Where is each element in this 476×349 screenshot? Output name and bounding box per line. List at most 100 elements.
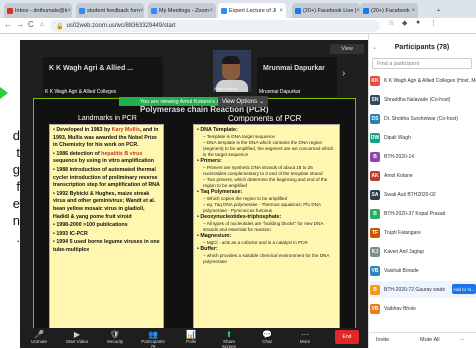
participant-row[interactable]: B BTH-2020-14 [370, 148, 476, 165]
search-placeholder: Find a participant [377, 60, 420, 67]
close-icon[interactable]: × [140, 8, 144, 14]
toolbar-label: Unmute [31, 339, 47, 344]
more-button[interactable]: ⋯ More [292, 330, 318, 344]
component-title: Buffer: [200, 246, 218, 252]
invite-button[interactable]: Invite [376, 337, 389, 343]
close-icon[interactable]: × [209, 8, 213, 14]
participant-row[interactable]: SA Swati Auti BTH2020-02 [370, 186, 476, 203]
component-detail-text: which provides a suitable chemical envir… [203, 253, 330, 264]
participant-row[interactable]: DS Dr. Shobha Surshetwar (Co-host) [370, 110, 476, 127]
more-button[interactable]: ... [460, 336, 465, 342]
url-field[interactable]: 🔒 us02web.zoom.us/wc/88363329449/start [50, 20, 380, 32]
participant-name: Vaishali Borade [384, 267, 419, 274]
participant-name: Trupti Fatangare [384, 229, 421, 236]
component-heading: • Magnesium: [197, 233, 336, 240]
browser-tab[interactable]: Expert Lecture of Ji × [218, 3, 286, 18]
tab-favicon-icon [363, 7, 369, 14]
speaker-video[interactable]: Amol Kotane [213, 50, 251, 92]
participant-row[interactable]: KK K K Wagh Agri & Allied Colleges (Host,… [370, 72, 476, 89]
browser-tab[interactable]: My Meetings - Zoom × [148, 3, 216, 18]
security-button[interactable]: 🛡 Security [102, 330, 128, 344]
forward-icon[interactable]: → [16, 20, 24, 29]
participant-name: BTH-2020-72 Gaurav wade [384, 286, 446, 293]
menu-icon[interactable]: ⋮ [430, 19, 437, 27]
landmark-item: • 1988 introduction of automated thermal… [53, 167, 160, 190]
participant-name: Dr. Shobha Surshetwar (Co-host) [384, 115, 458, 122]
chevron-down-icon: ⌄ [259, 99, 265, 105]
participant-row[interactable]: B BTH-2020-37 Kopal Prasad [370, 205, 476, 222]
view-options-label: View Options [221, 98, 258, 105]
url-text: us02web.zoom.us/wc/88363329449/start [66, 23, 176, 29]
component-detail: – eg. Taq DNA polymerase - Thermus aquat… [197, 202, 336, 214]
participant-name: K K Wagh Agri & Allied Colleges (Host, M… [384, 77, 476, 84]
participant-name: Kaveri Anil Jagtap [384, 248, 425, 255]
view-label: View [341, 46, 353, 52]
participant-row[interactable]: SN Shraddha Nalavade (Co-host) [370, 91, 476, 108]
back-icon[interactable]: ← [4, 20, 12, 29]
reload-icon[interactable]: C [28, 20, 34, 29]
landmark-text: 1988 introduction of automated thermal c… [53, 166, 160, 189]
avatar: VB [370, 303, 380, 314]
shield-icon: 🛡 [109, 330, 121, 339]
browser-tab[interactable]: student feedback forn × [76, 3, 144, 18]
green-arrow-icon [0, 87, 8, 99]
left-slide-letter: f [16, 179, 20, 194]
avatar: KK [370, 75, 380, 86]
landmark-highlight: hepatitis B virus [101, 150, 143, 157]
participants-button[interactable]: 👥 Participants 78 [140, 330, 166, 349]
participant-name: Amol Kotane [384, 172, 413, 179]
browser-tab[interactable]: (20+) Facebook × [360, 3, 418, 18]
unmute-button[interactable]: 🎤 Unmute [26, 330, 52, 344]
tab-favicon-icon [221, 7, 227, 14]
participant-row[interactable]: AK Amol Kotane [370, 167, 476, 184]
extensions-icon[interactable]: ◆ [402, 19, 407, 27]
profile-icon[interactable]: ● [416, 19, 420, 26]
participant-row[interactable]: KJ Kaveri Anil Jagtap [370, 243, 476, 260]
participant-search-input[interactable]: Find a participant [372, 58, 472, 69]
close-icon[interactable]: × [67, 8, 71, 14]
start-video-button[interactable]: ▶ Start Video [64, 330, 90, 344]
view-button[interactable]: View [330, 44, 364, 54]
participant-row[interactable]: TF Trupti Fatangare [370, 224, 476, 241]
landmark-item: • Developed in 1983 by Kary Mullis, and … [53, 127, 160, 150]
landmark-text: 1993 IC-PCR [56, 230, 88, 237]
mute-all-button[interactable]: Mute All [420, 337, 440, 343]
landmarks-list: • Developed in 1983 by Kary Mullis, and … [49, 124, 164, 346]
close-icon[interactable]: × [279, 8, 283, 14]
browser-tab[interactable]: (20+) Facebook Live | × [292, 3, 360, 18]
video-tile-mrunmai[interactable]: Mrunmai Dapurkar Mrunmai Dapurkar [257, 57, 337, 97]
next-page-icon[interactable]: › [342, 68, 345, 79]
participant-row[interactable]: DW Dipali Wagh [370, 129, 476, 146]
tab-favicon-icon [295, 7, 301, 14]
participant-row[interactable]: B BTH-2020-72 Gaurav wade Add to Vi... [370, 281, 476, 298]
tab-label: Expert Lecture of Ji [229, 7, 277, 14]
new-tab-icon[interactable]: + [434, 3, 448, 18]
video-tile-host[interactable]: K K Wagh Agri & Allied ... K K Wagh Agri… [43, 57, 163, 97]
landmark-text: 1986 detection of [56, 150, 102, 157]
add-to-video-button[interactable]: Add to Vi... [452, 284, 476, 294]
polls-button[interactable]: 📊 Polls [178, 330, 204, 344]
component-title: Magnesium: [200, 233, 232, 239]
tab-label: (20+) Facebook Live | [303, 7, 357, 14]
chat-button[interactable]: 💬 Chat [254, 330, 280, 344]
component-heading: • Taq Polymerase: [197, 189, 336, 196]
left-slide-letter: t [16, 145, 20, 160]
participant-row[interactable]: VB Vaibhav Bhole [370, 300, 476, 317]
tab-favicon-icon [7, 7, 13, 14]
browser-tab[interactable]: Inbox - dnthumale@k × [4, 3, 72, 18]
avatar: B [370, 151, 380, 162]
close-icon[interactable]: × [411, 8, 415, 14]
tile-name: Mrunmai Dapurkar [263, 65, 325, 72]
tab-label: student feedback forn [87, 7, 140, 14]
participant-row[interactable]: VB Vaishali Borade [370, 262, 476, 279]
star-icon[interactable]: ☆ [388, 19, 394, 27]
home-icon[interactable]: ⌂ [40, 22, 44, 28]
component-detail-text: All types of nucleotides are "building b… [203, 221, 324, 232]
microphone-icon: 🎤 [34, 330, 44, 339]
avatar: DW [370, 132, 380, 143]
tab-favicon-icon [79, 7, 85, 14]
avatar: SA [370, 189, 380, 200]
share-screen-button[interactable]: ⬆ Share Screen [216, 330, 242, 349]
end-meeting-button[interactable]: End [335, 330, 359, 344]
view-options-button[interactable]: View Options ⌄ [218, 96, 268, 107]
